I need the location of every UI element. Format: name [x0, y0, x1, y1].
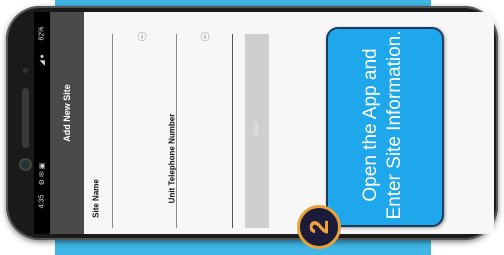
site-name-input[interactable] [112, 34, 113, 228]
status-bar: 4:35 ⚙ ✉ ▣ 82% ◢ ● [34, 12, 50, 234]
status-battery: 82% [38, 26, 46, 41]
front-camera [21, 160, 30, 169]
status-time: 4:35 [38, 194, 46, 209]
field-divider [232, 34, 233, 228]
earpiece-speaker [22, 88, 29, 148]
callout-text: Open the App and Enter Site Information. [360, 30, 405, 220]
instruction-callout: Open the App and Enter Site Information. [326, 27, 444, 227]
info-icon[interactable]: ⓘ [200, 32, 210, 42]
step-number: 2 [304, 219, 334, 235]
save-button-label: Save [254, 122, 260, 136]
proximity-sensor [23, 68, 28, 73]
signal-icon: ◢ ● [39, 54, 46, 66]
phone-mockup: 4:35 ⚙ ✉ ▣ 82% ◢ ● Add New Site Site Nam… [0, 0, 504, 255]
save-button[interactable]: Save [245, 34, 269, 228]
app-bar: Add New Site [50, 12, 84, 234]
info-icon[interactable]: ⓘ [137, 32, 147, 42]
page-title: Add New Site [62, 84, 72, 142]
unit-phone-input[interactable] [176, 34, 177, 228]
notification-icons: ⚙ ✉ ▣ [39, 162, 46, 186]
step-badge: 2 [297, 205, 341, 249]
site-name-label: Site Name [91, 179, 101, 218]
